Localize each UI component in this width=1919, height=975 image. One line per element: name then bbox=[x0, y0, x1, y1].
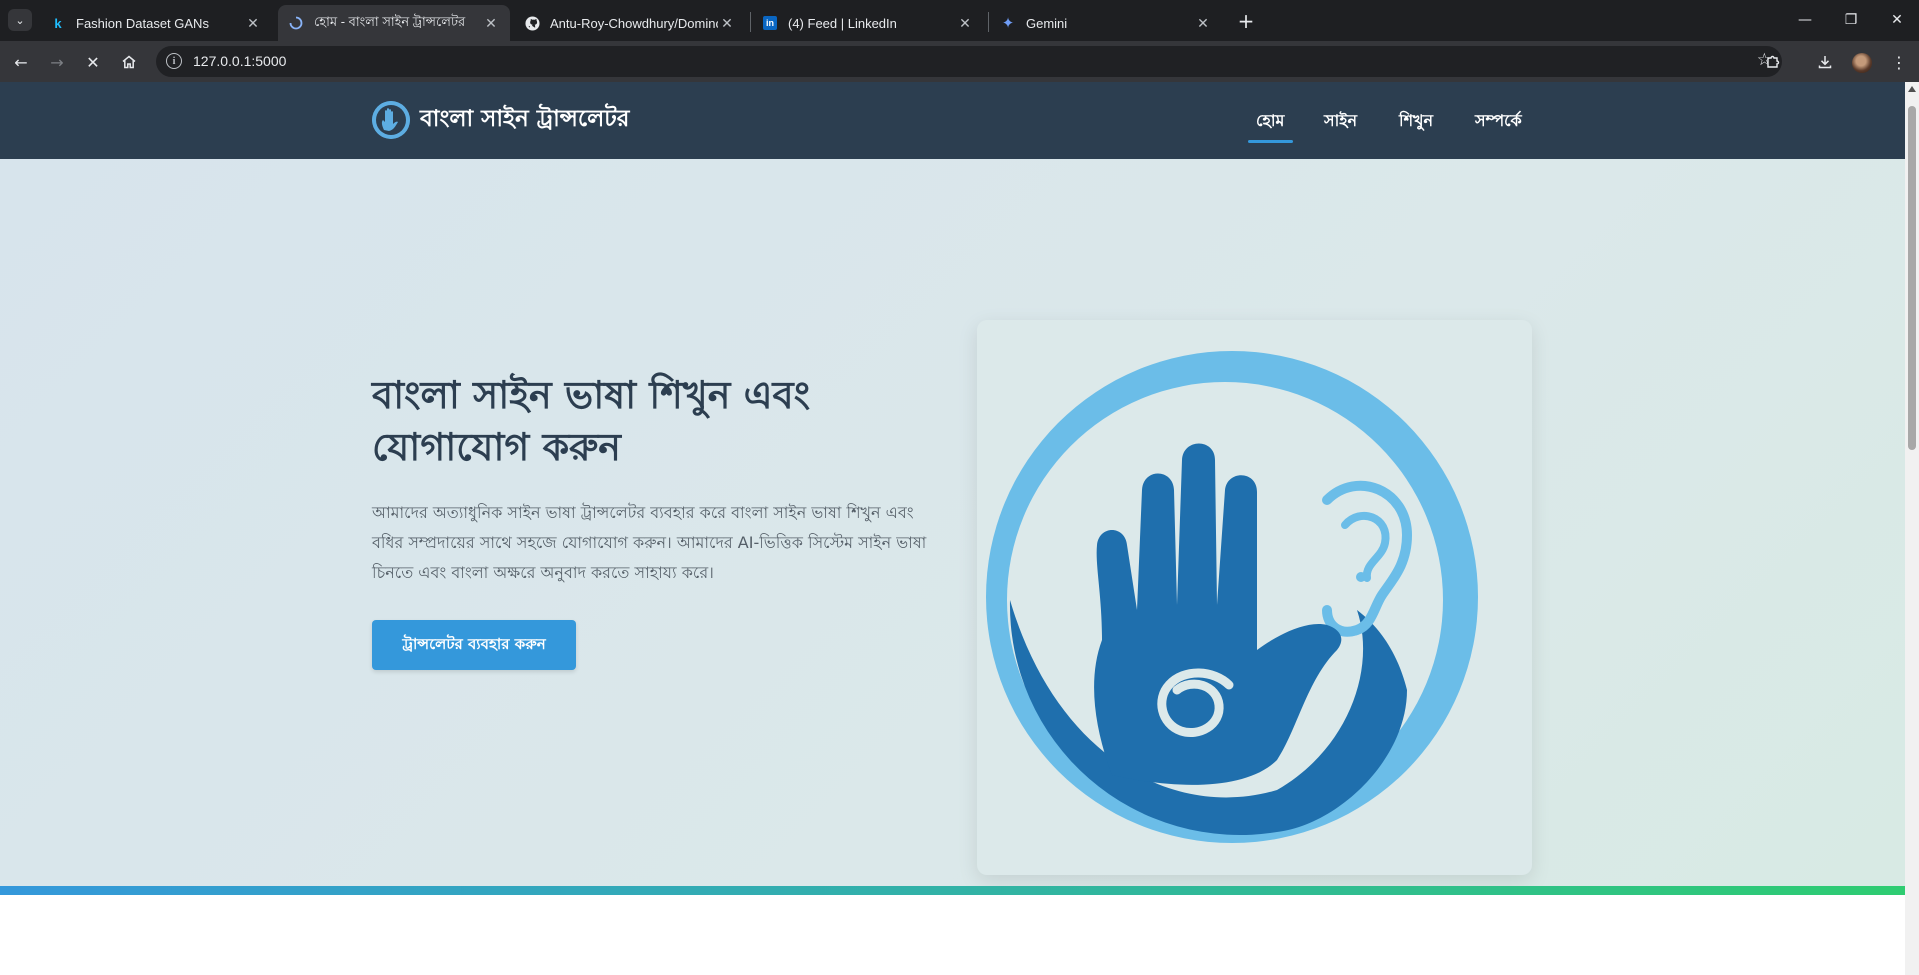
stop-x-icon: ✕ bbox=[86, 52, 100, 72]
address-bar[interactable]: i 127.0.0.1:5000 ☆ bbox=[156, 46, 1782, 77]
profile-avatar[interactable] bbox=[1852, 53, 1872, 73]
nav-link-about[interactable]: সম্পর্কে bbox=[1475, 108, 1522, 135]
next-section bbox=[0, 895, 1905, 975]
restore-button[interactable]: ❐ bbox=[1828, 0, 1874, 40]
forward-button[interactable]: → bbox=[44, 49, 70, 75]
use-translator-button[interactable]: ট্রান্সলেটর ব্যবহার করুন bbox=[372, 620, 576, 670]
tab-github[interactable]: Antu-Roy-Chowdhury/Dominoes ✕ bbox=[514, 5, 746, 41]
hero-description: আমাদের অত্যাধুনিক সাইন ভাষা ট্রান্সলেটর … bbox=[372, 503, 927, 582]
hand-logo-icon bbox=[372, 100, 410, 139]
minimize-button[interactable]: — bbox=[1782, 0, 1828, 40]
tab-title: (4) Feed | LinkedIn bbox=[788, 15, 897, 31]
download-icon bbox=[1818, 56, 1832, 69]
scroll-thumb[interactable] bbox=[1908, 106, 1916, 450]
arrow-left-icon: ← bbox=[14, 52, 28, 72]
brand-name: বাংলা সাইন ট্রান্সলেটর bbox=[420, 106, 630, 132]
tab-linkedin[interactable]: in (4) Feed | LinkedIn ✕ bbox=[752, 5, 984, 41]
close-icon[interactable]: ✕ bbox=[956, 14, 974, 32]
tab-title: হোম - বাংলা সাইন ট্রান্সলেটর bbox=[314, 13, 466, 29]
tab-fashion-dataset[interactable]: k Fashion Dataset GANs ✕ bbox=[40, 5, 272, 41]
kebab-menu-icon: ⋮ bbox=[1891, 52, 1907, 72]
site-logo[interactable]: বাংলা সাইন ট্রান্সলেটর bbox=[372, 100, 629, 139]
stop-button[interactable]: ✕ bbox=[80, 49, 106, 75]
page-scrollbar[interactable] bbox=[1905, 82, 1919, 975]
site-header: বাংলা সাইন ট্রান্সলেটর হোম সাইন শিখুন সম… bbox=[0, 82, 1905, 159]
hand-ear-illustration bbox=[986, 351, 1478, 843]
site-info-icon[interactable]: i bbox=[166, 53, 182, 69]
close-icon[interactable]: ✕ bbox=[1194, 14, 1212, 32]
tab-title: Gemini bbox=[1026, 15, 1068, 31]
nav-active-indicator bbox=[1248, 140, 1293, 143]
tab-search-button[interactable]: ⌄ bbox=[8, 9, 32, 31]
hero-title: বাংলা সাইন ভাষা শিখুন এবং যোগাযোগ করুন bbox=[372, 373, 811, 469]
browser-tabstrip: ⌄ k Fashion Dataset GANs ✕ হোম - বাংলা স… bbox=[0, 0, 1919, 41]
hero-illustration-card bbox=[977, 320, 1532, 875]
extensions-button[interactable] bbox=[1760, 49, 1786, 75]
home-button[interactable] bbox=[116, 49, 142, 75]
arrow-right-icon: → bbox=[50, 52, 64, 72]
close-icon[interactable]: ✕ bbox=[482, 14, 500, 32]
close-icon[interactable]: ✕ bbox=[244, 14, 262, 32]
close-icon[interactable]: ✕ bbox=[718, 14, 736, 32]
tab-separator bbox=[750, 12, 751, 32]
restore-icon: ❐ bbox=[1844, 12, 1858, 28]
back-button[interactable]: ← bbox=[8, 49, 34, 75]
scroll-up-arrow-icon[interactable] bbox=[1908, 86, 1916, 92]
nav-link-sign[interactable]: সাইন bbox=[1324, 108, 1357, 135]
plus-icon: + bbox=[1237, 9, 1255, 33]
chevron-down-icon: ⌄ bbox=[15, 13, 25, 27]
nav-link-home[interactable]: হোম bbox=[1256, 108, 1284, 135]
tab-home-active[interactable]: হোম - বাংলা সাইন ট্রান্সলেটর ✕ bbox=[278, 5, 510, 41]
browser-menu-button[interactable]: ⋮ bbox=[1886, 49, 1912, 75]
close-icon: ✕ bbox=[1891, 12, 1903, 28]
tab-separator bbox=[988, 12, 989, 32]
new-tab-button[interactable]: + bbox=[1233, 8, 1259, 34]
kaggle-icon: k bbox=[54, 15, 62, 31]
tab-title: Fashion Dataset GANs bbox=[76, 15, 209, 31]
tab-gemini[interactable]: ✦ Gemini ✕ bbox=[990, 5, 1222, 41]
gemini-star-icon: ✦ bbox=[1001, 15, 1015, 32]
puzzle-icon bbox=[1767, 55, 1780, 68]
linkedin-icon: in bbox=[762, 15, 778, 31]
close-window-button[interactable]: ✕ bbox=[1874, 0, 1919, 40]
nav-link-learn[interactable]: শিখুন bbox=[1399, 108, 1433, 135]
minimize-icon: — bbox=[1798, 12, 1812, 28]
loading-spinner-icon bbox=[288, 15, 304, 31]
page-viewport: বাংলা সাইন ট্রান্সলেটর হোম সাইন শিখুন সম… bbox=[0, 82, 1905, 975]
hero-section: বাংলা সাইন ভাষা শিখুন এবং যোগাযোগ করুন আ… bbox=[0, 159, 1905, 886]
tab-title: Antu-Roy-Chowdhury/Dominoes bbox=[550, 15, 718, 31]
home-icon bbox=[122, 55, 136, 69]
url-text[interactable]: 127.0.0.1:5000 bbox=[193, 53, 286, 69]
section-divider-gradient bbox=[0, 886, 1905, 895]
downloads-button[interactable] bbox=[1812, 49, 1838, 75]
browser-toolbar: ← → ✕ i 127.0.0.1:5000 ☆ ⋮ bbox=[0, 41, 1919, 82]
github-icon bbox=[524, 15, 540, 31]
